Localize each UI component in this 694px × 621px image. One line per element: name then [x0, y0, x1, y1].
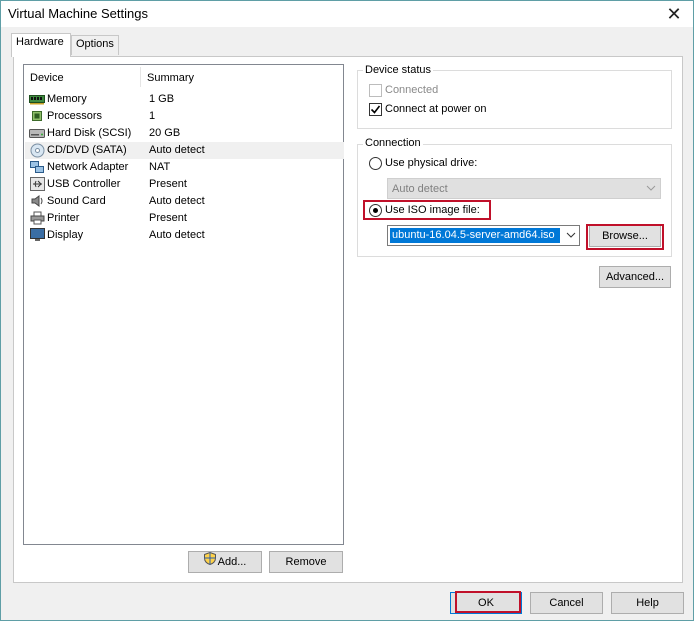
- device-name: Memory: [47, 93, 87, 105]
- column-divider[interactable]: [140, 67, 141, 87]
- device-status-title: Device status: [363, 64, 434, 76]
- advanced-label: Advanced...: [605, 271, 665, 283]
- cd-dvd-icon: [29, 143, 45, 157]
- device-row-network-adapter[interactable]: Network Adapter NAT: [25, 159, 344, 176]
- column-header-summary[interactable]: Summary: [147, 72, 194, 84]
- remove-device-label: Remove: [285, 556, 327, 568]
- connection-title: Connection: [363, 137, 423, 149]
- use-iso-image-radio[interactable]: [369, 204, 382, 217]
- radio-selected-dot: [373, 208, 378, 213]
- device-summary: Present: [149, 178, 187, 190]
- remove-device-button[interactable]: Remove: [269, 551, 343, 573]
- use-physical-drive-label: Use physical drive:: [385, 157, 478, 169]
- device-row-memory[interactable]: Memory 1 GB: [25, 91, 344, 108]
- device-row-sound-card[interactable]: Sound Card Auto detect: [25, 193, 344, 210]
- device-row-processors[interactable]: Processors 1: [25, 108, 344, 125]
- processor-icon: [29, 109, 45, 123]
- device-name: USB Controller: [47, 178, 121, 190]
- use-iso-image-label: Use ISO image file:: [385, 204, 480, 216]
- physical-drive-value: Auto detect: [392, 183, 448, 195]
- device-name: Processors: [47, 110, 103, 122]
- device-summary: Auto detect: [149, 229, 205, 241]
- help-button[interactable]: Help: [611, 592, 684, 614]
- chevron-down-icon: [646, 183, 656, 193]
- device-row-hard-disk[interactable]: Hard Disk (SCSI) 20 GB: [25, 125, 344, 142]
- device-summary: Auto detect: [149, 195, 205, 207]
- browse-button[interactable]: Browse...: [589, 225, 661, 247]
- advanced-button[interactable]: Advanced...: [599, 266, 671, 288]
- device-summary: Present: [149, 212, 187, 224]
- cancel-button[interactable]: Cancel: [530, 592, 603, 614]
- tab-hardware[interactable]: Hardware: [11, 33, 71, 57]
- tab-hardware-label: Hardware: [16, 36, 64, 48]
- physical-drive-select[interactable]: Auto detect: [387, 178, 661, 199]
- connected-label: Connected: [385, 84, 439, 96]
- device-name: Hard Disk (SCSI): [47, 127, 132, 139]
- device-summary: Auto detect: [149, 144, 205, 156]
- ok-label: OK: [478, 597, 494, 609]
- iso-path-combo[interactable]: ubuntu-16.04.5-server-amd64.iso: [387, 225, 580, 246]
- close-icon[interactable]: ✕: [663, 3, 685, 25]
- cancel-label: Cancel: [549, 597, 584, 609]
- device-row-printer[interactable]: Printer Present: [25, 210, 344, 227]
- use-physical-drive-radio[interactable]: [369, 157, 382, 170]
- device-summary: 1 GB: [149, 93, 175, 105]
- device-row-display[interactable]: Display Auto detect: [25, 227, 344, 244]
- hard-disk-icon: [29, 126, 45, 140]
- iso-path-input[interactable]: ubuntu-16.04.5-server-amd64.iso: [390, 228, 560, 243]
- display-icon: [29, 228, 45, 242]
- title-bar[interactable]: Virtual Machine Settings ✕: [1, 1, 693, 27]
- connect-at-power-on-label: Connect at power on: [385, 103, 487, 115]
- device-name: Network Adapter: [47, 161, 129, 173]
- device-row-usb-controller[interactable]: USB Controller Present: [25, 176, 344, 193]
- tab-options-label: Options: [76, 38, 114, 50]
- network-adapter-icon: [29, 160, 45, 174]
- chevron-down-icon[interactable]: [566, 230, 576, 240]
- sound-card-icon: [29, 194, 45, 208]
- connect-at-power-on-checkbox[interactable]: [369, 103, 382, 116]
- window-title: Virtual Machine Settings: [8, 6, 148, 21]
- connected-checkbox[interactable]: [369, 84, 382, 97]
- device-name: Printer: [47, 212, 80, 224]
- tab-options[interactable]: Options: [71, 35, 119, 55]
- ok-button[interactable]: OK: [450, 592, 522, 614]
- device-list-header: Device Summary: [24, 65, 343, 89]
- browse-label: Browse...: [602, 230, 648, 242]
- device-row-cd-dvd[interactable]: CD/DVD (SATA) Auto detect: [25, 142, 344, 159]
- checkmark-icon: [370, 105, 381, 114]
- device-summary: NAT: [149, 161, 171, 173]
- column-header-device[interactable]: Device: [30, 72, 64, 84]
- shield-icon: [203, 552, 216, 572]
- device-name: CD/DVD (SATA): [47, 144, 127, 156]
- vm-settings-window: Virtual Machine Settings ✕ Hardware Opti…: [0, 0, 694, 621]
- printer-icon: [29, 211, 45, 225]
- device-status-group: [357, 70, 672, 129]
- device-name: Display: [47, 229, 84, 241]
- add-device-button[interactable]: Add...: [188, 551, 262, 573]
- device-summary: 20 GB: [149, 127, 181, 139]
- help-label: Help: [636, 597, 659, 609]
- device-name: Sound Card: [47, 195, 106, 207]
- add-device-label: Add...: [217, 556, 247, 568]
- device-list[interactable]: Device Summary Memory 1 GB Processors 1 …: [23, 64, 344, 545]
- memory-icon: [29, 92, 45, 106]
- device-summary: 1: [149, 110, 156, 122]
- usb-icon: [29, 177, 45, 191]
